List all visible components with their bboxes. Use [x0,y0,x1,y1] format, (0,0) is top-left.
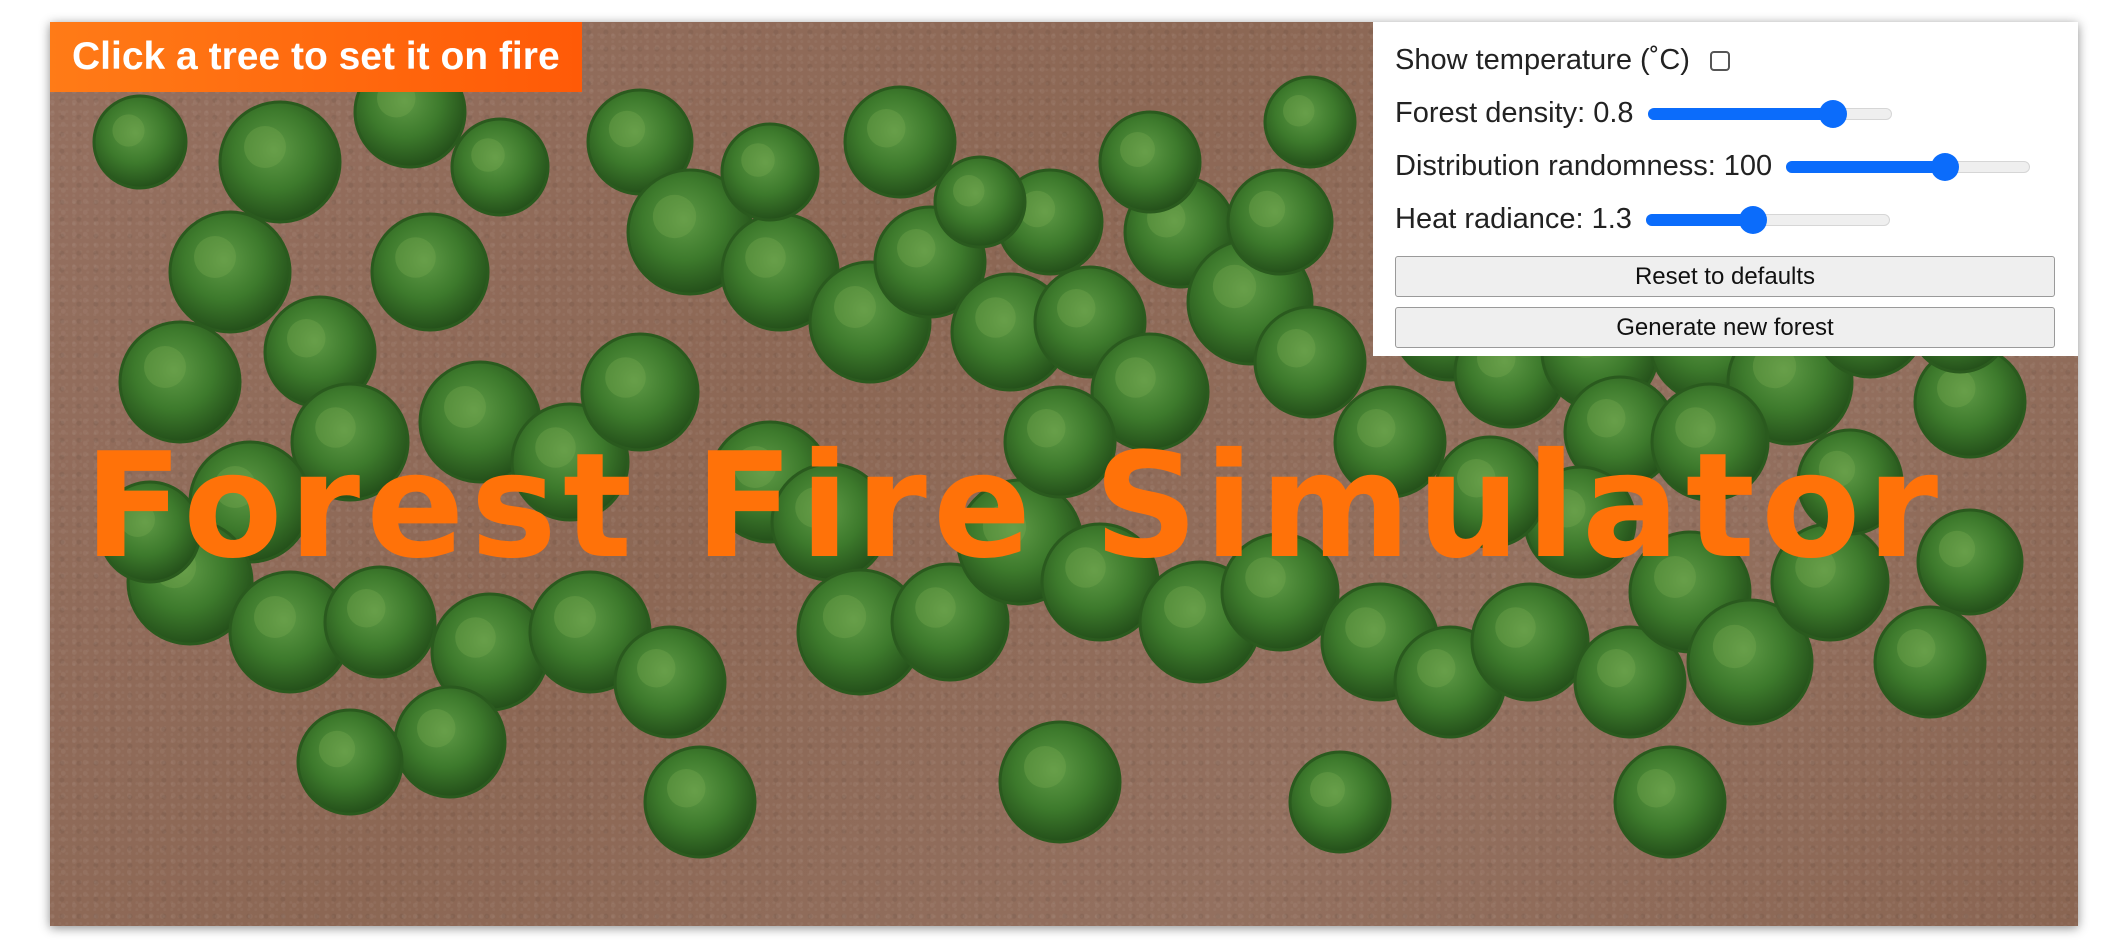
tree-highlight [915,587,956,628]
show-temperature-label: Show temperature (˚C) [1395,44,1690,76]
tree[interactable] [933,155,1027,249]
tree-highlight [897,229,936,268]
heat-radiance-label: Heat radiance: [1395,203,1584,235]
tree-highlight [741,143,775,177]
generate-forest-button[interactable]: Generate new forest [1395,307,2055,348]
tree-highlight [1115,357,1156,398]
tree[interactable] [1253,305,1367,419]
distribution-randomness-slider[interactable] [1786,149,2031,185]
tree-highlight [1637,769,1676,808]
tree-highlight [112,114,145,147]
tree-highlight [608,110,646,148]
tree-highlight [637,649,676,688]
forest-density-value: 0.8 [1593,97,1634,129]
tree-highlight [822,594,867,639]
heat-radiance-value: 1.3 [1591,203,1632,235]
tree-highlight [455,617,496,658]
tree[interactable] [92,94,188,190]
heat-radiance-slider[interactable] [1645,202,1890,238]
tree-highlight [1212,264,1257,309]
heat-radiance-row: Heat radiance: 1.3 [1395,193,2056,246]
tree-highlight [1277,329,1316,368]
tree[interactable] [1470,582,1590,702]
tree-highlight [1417,649,1456,688]
tree-highlight [867,109,906,148]
tree[interactable] [843,85,957,199]
tree[interactable] [370,212,490,332]
tree-highlight [953,175,985,207]
slider-thumb[interactable] [1739,205,1768,234]
tree[interactable] [218,100,342,224]
slider-thumb[interactable] [1930,152,1959,181]
tree[interactable] [1098,110,1202,214]
tree[interactable] [1873,605,1987,719]
tree-highlight [1164,586,1206,628]
tree-highlight [471,138,505,172]
tree-highlight [1024,746,1066,788]
forest-density-row: Forest density: 0.8 [1395,87,2056,140]
distribution-randomness-row: Distribution randomness: 100 [1395,140,2056,193]
tree[interactable] [998,720,1122,844]
tree-highlight [745,237,786,278]
forest-density-label: Forest density: [1395,97,1586,129]
slider-fill [1647,107,1833,120]
tree-highlight [194,236,236,278]
hint-badge: Click a tree to set it on fire [50,22,582,92]
tree-highlight [1897,629,1936,668]
tree[interactable] [1613,745,1727,859]
tree-highlight [1310,772,1345,807]
tree-highlight [1057,289,1096,328]
tree-highlight [1283,95,1315,127]
slider-fill [1786,160,1945,173]
tree-highlight [417,709,456,748]
tree[interactable] [168,210,292,334]
show-temperature-checkbox[interactable] [1709,50,1730,71]
controls-panel: Show temperature (˚C) Forest density: 0.… [1373,22,2078,356]
slider-thumb[interactable] [1818,99,1847,128]
tree-highlight [287,319,326,358]
tree[interactable] [613,625,727,739]
reset-defaults-button[interactable]: Reset to defaults [1395,256,2055,297]
tree[interactable] [296,708,404,816]
tree-highlight [834,286,876,328]
forest-density-slider[interactable] [1647,96,1892,132]
tree-highlight [554,596,596,638]
tree-highlight [667,769,706,808]
tree[interactable] [720,122,820,222]
distribution-randomness-label: Distribution randomness: [1395,150,1716,182]
distribution-randomness-value: 100 [1723,150,1773,182]
tree-highlight [1495,607,1536,648]
tree-highlight [254,596,296,638]
page-title: Forest Fire Simulator [83,422,1945,591]
tree-highlight [652,194,697,239]
tree-highlight [1712,624,1757,669]
tree-highlight [347,589,386,628]
tree-highlight [605,357,646,398]
tree-highlight [1345,607,1386,648]
tree-highlight [1597,649,1636,688]
slider-fill [1645,213,1754,226]
tree[interactable] [1288,750,1392,854]
tree-highlight [318,730,356,768]
tree-highlight [975,297,1016,338]
tree-highlight [395,237,436,278]
tree[interactable] [1226,168,1334,276]
tree-highlight [1120,132,1155,167]
tree[interactable] [1263,75,1357,169]
tree-highlight [144,346,186,388]
tree-highlight [244,126,286,168]
tree-highlight [1248,190,1286,228]
tree[interactable] [450,117,550,217]
tree-highlight [1937,369,1976,408]
tree[interactable] [393,685,507,799]
show-temperature-row: Show temperature (˚C) [1395,34,2056,87]
tree[interactable] [643,745,757,859]
